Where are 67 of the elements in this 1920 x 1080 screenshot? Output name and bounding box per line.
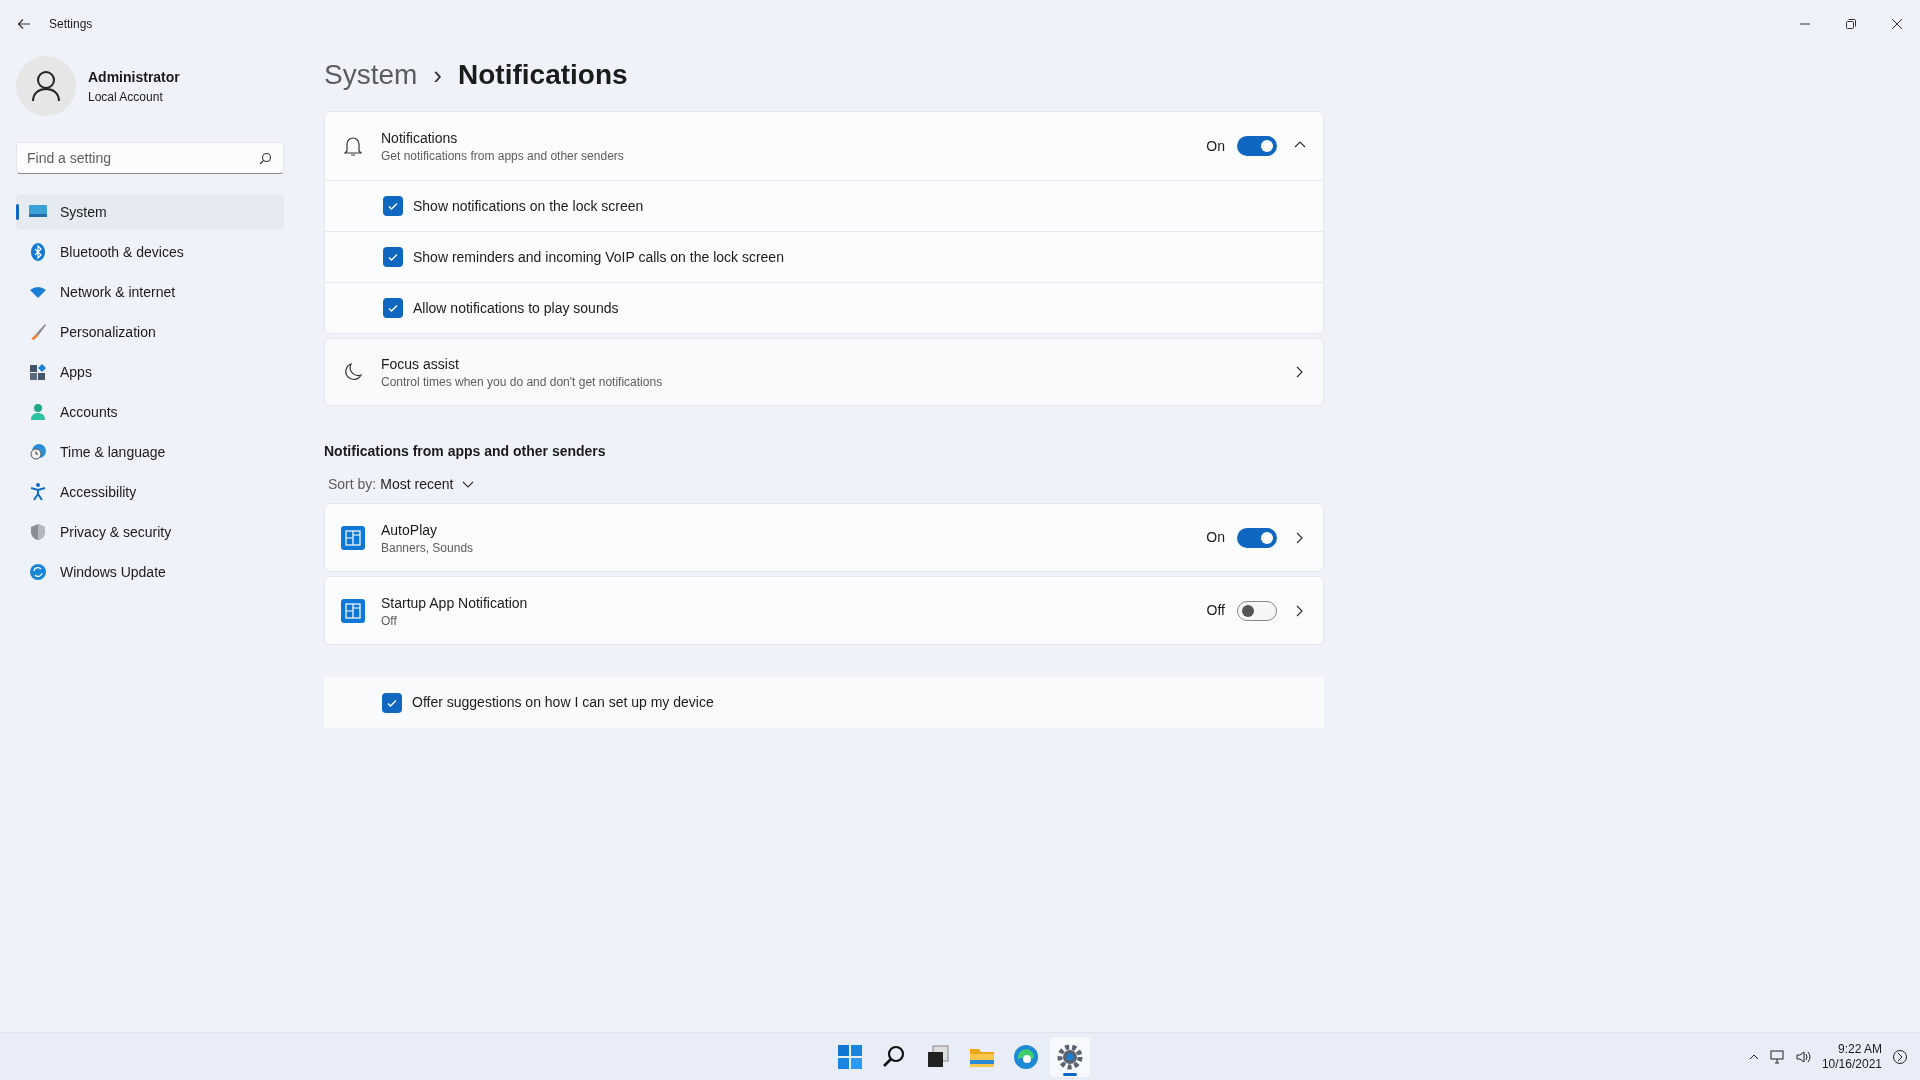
- toggle-state: On: [1206, 528, 1225, 547]
- person-icon: [28, 402, 48, 422]
- globe-clock-icon: [28, 442, 48, 462]
- bluetooth-icon: [28, 242, 48, 262]
- notification-icon[interactable]: [1892, 1048, 1908, 1065]
- setting-title: Notifications: [381, 129, 459, 148]
- restore-icon[interactable]: [1846, 19, 1856, 29]
- checkbox-label[interactable]: Show reminders and incoming VoIP calls on the lock screen: [413, 246, 784, 268]
- app-detail: Banners, Sounds: [381, 539, 474, 556]
- sidebar-item[interactable]: Privacy & security: [16, 514, 284, 550]
- window-title: Settings: [49, 16, 93, 33]
- apps-icon: [28, 362, 48, 382]
- setting-title: Focus assist: [381, 355, 460, 374]
- bell-icon: [341, 134, 365, 158]
- checkbox-label[interactable]: Show notifications on the lock screen: [413, 195, 644, 217]
- checkbox-label[interactable]: Offer suggestions on how I can set up my device: [412, 692, 714, 713]
- toggle-state: On: [1206, 136, 1225, 156]
- toggle-state: Off: [1206, 601, 1225, 620]
- back-icon[interactable]: [16, 16, 32, 32]
- app-window-icon: [341, 598, 365, 623]
- app-row[interactable]: AutoPlay Banners, Sounds On: [324, 503, 1324, 572]
- network-icon[interactable]: [1769, 1049, 1786, 1064]
- breadcrumb-link[interactable]: System: [324, 54, 418, 96]
- app-name: AutoPlay: [381, 520, 439, 540]
- breadcrumb-separator: ›: [433, 58, 443, 92]
- account-name: Administrator: [88, 67, 180, 87]
- sidebar-item[interactable]: Bluetooth & devices: [16, 234, 284, 270]
- sort-dropdown[interactable]: Most recent: [380, 474, 476, 495]
- close-icon[interactable]: [1892, 19, 1902, 29]
- sidebar-item[interactable]: Accessibility: [16, 474, 284, 510]
- sidebar-item[interactable]: Apps: [16, 354, 284, 390]
- clock-time[interactable]: 9:22 AM: [1837, 1041, 1882, 1057]
- app-detail: Off: [381, 612, 398, 629]
- clock-date[interactable]: 10/16/2021: [1821, 1056, 1882, 1072]
- checkbox[interactable]: [383, 196, 403, 216]
- section-heading: Notifications from apps and other senders: [324, 442, 607, 461]
- accessibility-icon: [28, 482, 48, 502]
- sidebar-item[interactable]: Time & language: [16, 434, 284, 470]
- focus-assist-row[interactable]: Focus assist Control times when you do and don't get notifications: [324, 338, 1324, 406]
- update-icon: [28, 562, 48, 582]
- sidebar-item[interactable]: Windows Update: [16, 554, 284, 590]
- toggle-switch[interactable]: [1237, 527, 1277, 548]
- checkmark-icon: [387, 302, 399, 314]
- page-title: Notifications: [458, 58, 628, 92]
- checkbox[interactable]: [382, 692, 402, 713]
- sidebar-item[interactable]: Personalization: [16, 314, 284, 350]
- toggle-switch[interactable]: [1237, 136, 1277, 156]
- checkbox[interactable]: [383, 247, 403, 267]
- checkbox[interactable]: [383, 298, 403, 318]
- sidebar-item[interactable]: System: [16, 194, 284, 230]
- search-field[interactable]: Find a setting: [16, 142, 284, 174]
- account-type: Local Account: [88, 88, 164, 106]
- app-row[interactable]: Startup App Notification Off Off: [324, 576, 1324, 645]
- setting-description: Get notifications from apps and other senders: [381, 148, 624, 164]
- volume-icon[interactable]: [1795, 1049, 1812, 1064]
- search-icon[interactable]: [259, 152, 272, 165]
- shield-icon: [28, 522, 48, 542]
- checkmark-icon: [387, 251, 399, 263]
- sidebar-item[interactable]: Accounts: [16, 394, 284, 430]
- checkmark-icon: [387, 200, 399, 212]
- sort-label: Sort by:: [328, 475, 377, 494]
- toggle-switch[interactable]: [1237, 600, 1277, 621]
- app-window-icon: [341, 525, 365, 550]
- app-name: Startup App Notification: [381, 593, 528, 613]
- checkbox-label[interactable]: Allow notifications to play sounds: [413, 297, 619, 319]
- setting-description: Control times when you do and don't get notifications: [381, 374, 663, 390]
- sidebar-item[interactable]: Network & internet: [16, 274, 284, 310]
